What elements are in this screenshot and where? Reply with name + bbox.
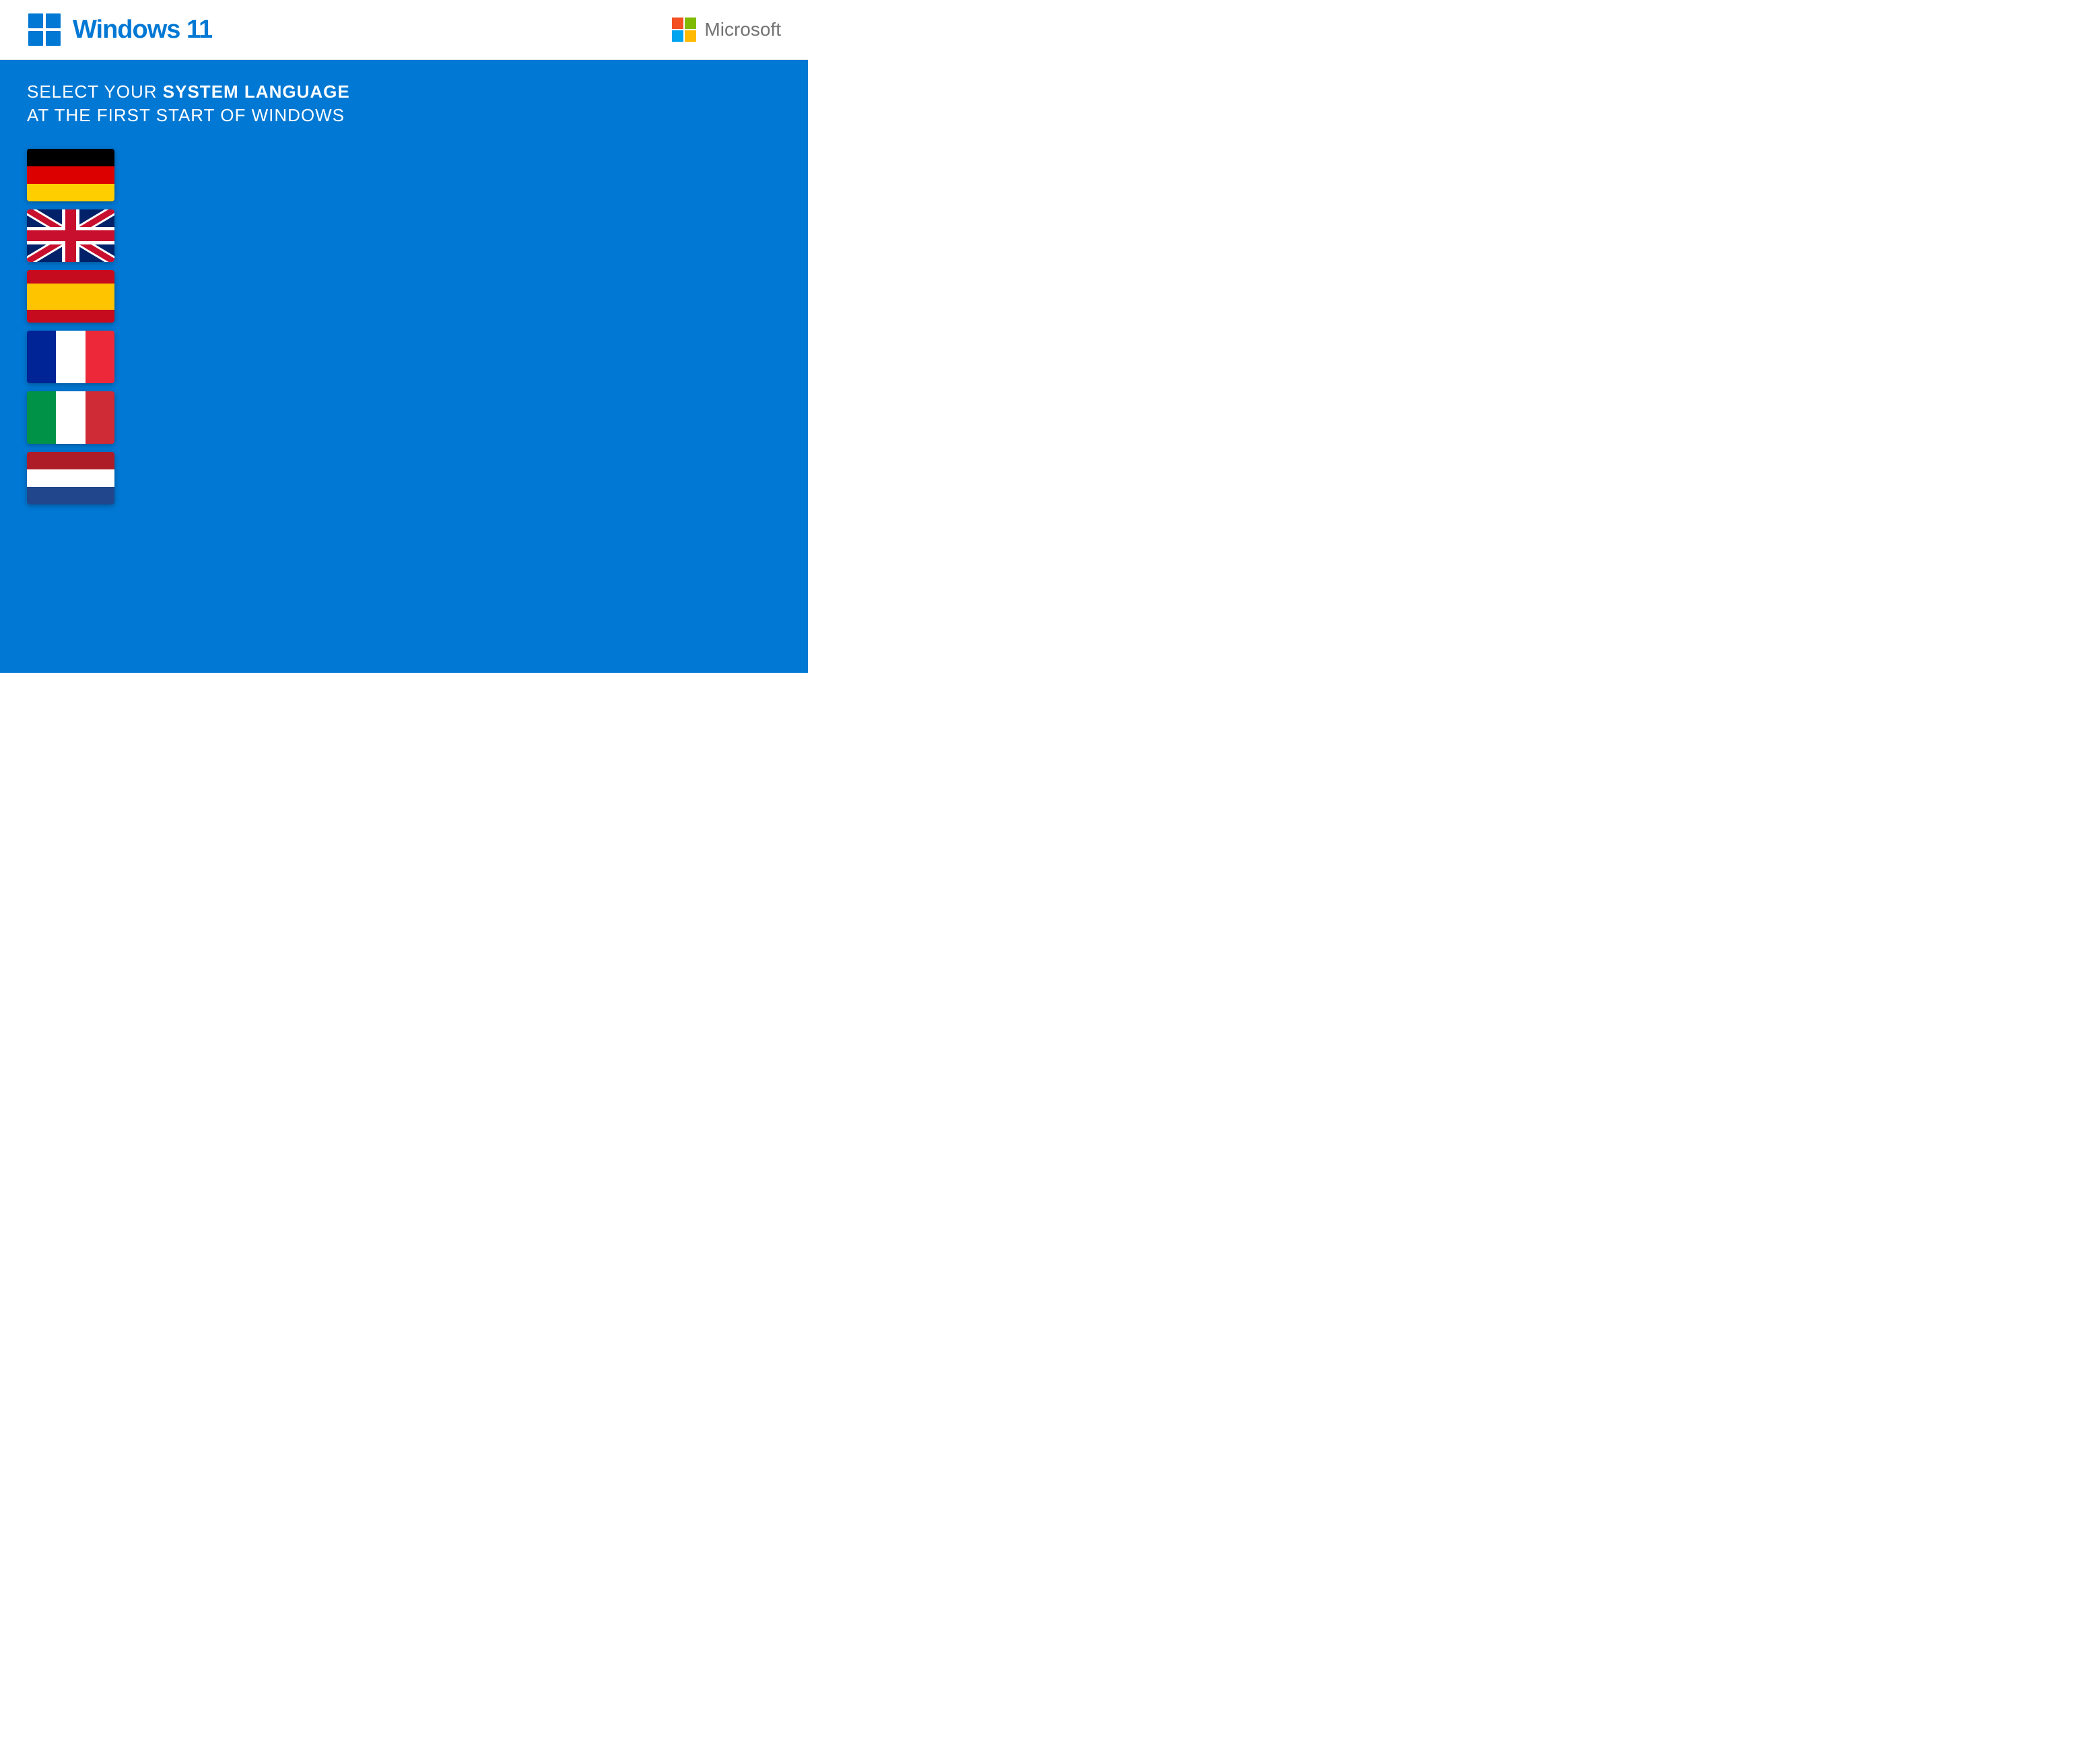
headline-line2: AT THE FIRST START OF WINDOWS (27, 104, 350, 127)
microsoft-logo-icon (672, 18, 696, 42)
microsoft-brand: Microsoft (672, 18, 781, 42)
headline-line1-bold: SYSTEM LANGUAGE (163, 81, 350, 102)
windows-title-light: Windows (73, 15, 187, 44)
windows-brand: Windows 11 (27, 12, 212, 47)
headline: SELECT YOUR SYSTEM LANGUAGE AT THE FIRST… (27, 80, 350, 127)
left-column: SELECT YOUR SYSTEM LANGUAGE AT THE FIRST… (27, 80, 350, 504)
flag-german[interactable] (27, 149, 114, 201)
flag-french[interactable] (27, 331, 114, 383)
flag-uk[interactable] (27, 209, 114, 262)
flag-italian[interactable] (27, 391, 114, 444)
flags-list (27, 149, 350, 504)
header: Windows 11 Microsoft (0, 0, 808, 60)
flag-dutch[interactable] (27, 452, 114, 504)
windows-logo-icon (27, 12, 62, 47)
blue-section: SELECT YOUR SYSTEM LANGUAGE AT THE FIRST… (0, 60, 808, 673)
microsoft-text: Microsoft (704, 19, 781, 40)
headline-line1-light: SELECT YOUR (27, 81, 163, 102)
windows-title: Windows 11 (73, 15, 212, 44)
windows-title-bold: 11 (187, 15, 212, 44)
flag-spanish[interactable] (27, 270, 114, 323)
